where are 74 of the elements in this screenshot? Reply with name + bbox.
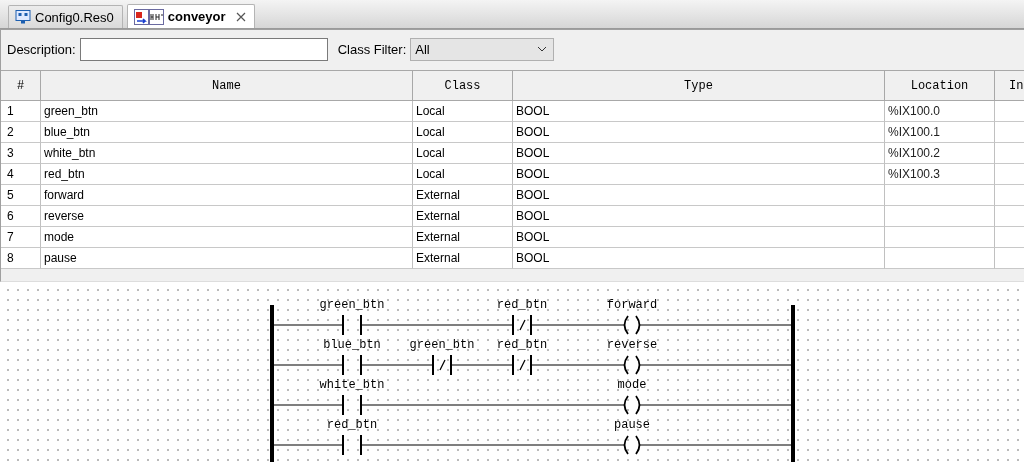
table-cell: BOOL [513, 143, 885, 164]
contact-label: red_btn [496, 338, 548, 352]
coil-label: mode [617, 378, 647, 392]
contact-label: white_btn [319, 378, 385, 392]
table-cell: BOOL [513, 122, 885, 143]
table-cell: 5 [1, 185, 41, 206]
table-cell: reverse [41, 206, 413, 227]
table-cell: Local [413, 101, 513, 122]
tab[interactable]: conveyor [126, 4, 255, 28]
tab[interactable]: Config0.Res0 [8, 5, 123, 28]
table-cell: External [413, 227, 513, 248]
column-header[interactable]: Class [413, 71, 513, 101]
description-label: Description: [7, 41, 76, 57]
coil[interactable] [623, 435, 641, 455]
table-cell: 6 [1, 206, 41, 227]
table-cell: BOOL [513, 206, 885, 227]
close-icon[interactable] [235, 11, 246, 22]
normally-closed-contact[interactable] [432, 354, 452, 376]
coil[interactable] [623, 355, 641, 375]
description-field[interactable] [79, 37, 328, 61]
column-header[interactable]: Type [513, 71, 885, 101]
normally-open-contact[interactable] [342, 394, 362, 416]
coil-label: pause [614, 418, 650, 432]
table-cell: red_btn [41, 164, 413, 185]
table-cell: pause [41, 248, 413, 269]
table-cell: 2 [1, 122, 41, 143]
contact-label: green_btn [409, 338, 475, 352]
table-cell: %IX100.3 [885, 164, 995, 185]
contact-label: blue_btn [323, 338, 381, 352]
coil-label: forward [606, 298, 658, 312]
column-header[interactable]: Name [41, 71, 413, 101]
table-cell: %IX100.0 [885, 101, 995, 122]
normally-closed-contact[interactable] [512, 354, 532, 376]
table-cell: Local [413, 164, 513, 185]
monitor-icon [15, 10, 31, 24]
table-cell: BOOL [513, 227, 885, 248]
table-cell: BOOL [513, 164, 885, 185]
table-cell: green_btn [41, 101, 413, 122]
table-cell: 7 [1, 227, 41, 248]
normally-open-contact[interactable] [342, 314, 362, 336]
normally-open-contact[interactable] [342, 354, 362, 376]
table-cell: white_btn [41, 143, 413, 164]
contact-label: green_btn [319, 298, 385, 312]
table-cell: Local [413, 143, 513, 164]
column-header[interactable]: Location [885, 71, 995, 101]
table-cell: 8 [1, 248, 41, 269]
coil[interactable] [623, 315, 641, 335]
table-cell: forward [41, 185, 413, 206]
column-header[interactable]: # [1, 71, 41, 101]
column-header[interactable]: In [995, 71, 1024, 101]
contact-label: red_btn [496, 298, 548, 312]
table-cell: BOOL [513, 248, 885, 269]
table-cell: Local [413, 122, 513, 143]
table-cell: %IX100.2 [885, 143, 995, 164]
table-cell: BOOL [513, 185, 885, 206]
table-cell: 1 [1, 101, 41, 122]
table-cell: External [413, 206, 513, 227]
class-filter-label: Class Filter: [337, 41, 407, 57]
class-filter-dropdown[interactable]: All [410, 37, 555, 61]
table-cell: 4 [1, 164, 41, 185]
table-cell: External [413, 185, 513, 206]
coil-label: reverse [606, 338, 658, 352]
ladder-program-icon [133, 8, 164, 25]
table-cell: %IX100.1 [885, 122, 995, 143]
table-cell: blue_btn [41, 122, 413, 143]
contact-label: red_btn [326, 418, 378, 432]
normally-open-contact[interactable] [342, 434, 362, 456]
chevron-down-icon [537, 46, 548, 52]
table-cell: 3 [1, 143, 41, 164]
table-cell: External [413, 248, 513, 269]
coil[interactable] [623, 395, 641, 415]
table-cell: BOOL [513, 101, 885, 122]
table-cell: mode [41, 227, 413, 248]
normally-closed-contact[interactable] [512, 314, 532, 336]
